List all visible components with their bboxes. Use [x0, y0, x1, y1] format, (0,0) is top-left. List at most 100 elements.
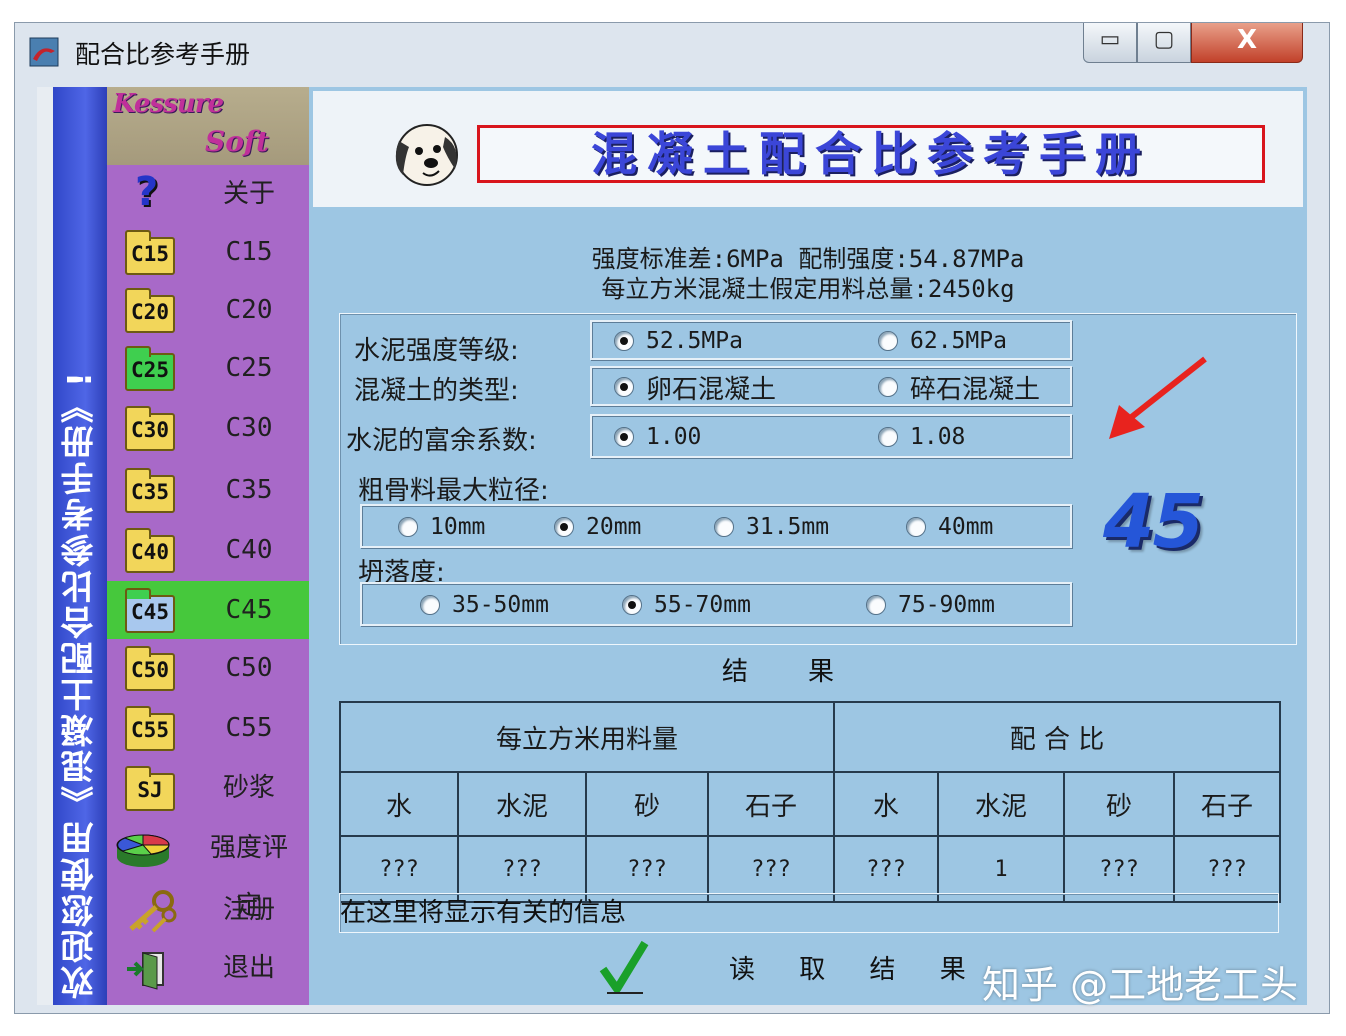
sidebar-item-c55[interactable]: C55 C55	[107, 699, 309, 757]
cement-grade-label: 水泥强度等级:	[354, 336, 519, 366]
folder-icon: C25	[123, 346, 179, 391]
sidebar-item-label: C50	[225, 653, 273, 683]
cement-grade-option-1[interactable]: 52.5MPa	[614, 324, 743, 358]
column-header: 石子	[706, 771, 836, 837]
folder-icon: C50	[123, 646, 179, 691]
sidebar-item-label: 砂浆	[222, 773, 275, 803]
maximize-icon: ▢	[1153, 27, 1175, 52]
app-window: 配合比参考手册 ▭ ▢ X 欢迎您使用《混凝土配合比参考手册》! Kessure…	[14, 22, 1330, 1014]
grade-display: 45	[1103, 479, 1204, 565]
radio-selected-icon	[614, 377, 634, 397]
sidebar-item-c20[interactable]: C20 C20	[107, 281, 309, 339]
folder-icon: SJ	[123, 766, 179, 811]
sidebar-item-label: C40	[225, 535, 273, 565]
radio-selected-icon	[614, 427, 634, 447]
cement-grade-option-2[interactable]: 62.5MPa	[878, 324, 1007, 358]
sidebar-item-register[interactable]: 注册	[107, 881, 309, 939]
radio-icon	[878, 377, 898, 397]
logo-line2: Soft	[205, 125, 269, 158]
folder-icon: C30	[123, 406, 179, 451]
slump-option-2[interactable]: 55-70mm	[622, 588, 751, 622]
sidebar-item-c30[interactable]: C30 C30	[107, 399, 309, 457]
radio-selected-icon	[614, 331, 634, 351]
folder-icon: C40	[123, 528, 179, 573]
sidebar-item-label: 注册	[222, 895, 275, 925]
app-icon	[29, 37, 59, 67]
sidebar-item-label: C35	[225, 475, 273, 505]
radio-icon	[878, 427, 898, 447]
radio-icon	[420, 595, 440, 615]
exit-icon	[127, 952, 164, 990]
sidebar-item-label: C30	[225, 413, 273, 443]
column-header: 水泥	[937, 771, 1066, 837]
close-button[interactable]: X	[1191, 23, 1303, 63]
dog-mascot-icon	[395, 124, 458, 186]
keys-icon	[129, 890, 177, 933]
column-header: 石子	[1173, 771, 1282, 837]
sidebar-item-label: 关于	[222, 179, 275, 209]
aggregate-size-option-4[interactable]: 40mm	[906, 510, 993, 544]
title-frame: 混凝土配合比参考手册	[477, 125, 1265, 183]
question-icon: ?	[135, 169, 159, 215]
sidebar-item-about[interactable]: ? 关于	[107, 165, 309, 223]
sidebar-item-label: C45	[225, 595, 273, 625]
sidebar-item-exit[interactable]: 退出	[107, 939, 309, 997]
results-table: 每立方米用料量 配 合 比 水 水泥 砂 石子 水 水泥 砂 石子 ??? ??…	[338, 701, 1282, 903]
column-header: 水泥	[457, 771, 587, 837]
checkmark-icon	[599, 940, 649, 994]
sidebar-item-label: 退出	[222, 953, 275, 983]
title-bar[interactable]: 配合比参考手册 ▭ ▢ X	[15, 23, 1329, 85]
sidebar-item-c50[interactable]: C50 C50	[107, 639, 309, 697]
minimize-icon: ▭	[1099, 27, 1121, 52]
aggregate-size-box: 10mm 20mm 31.5mm 40mm	[360, 504, 1072, 548]
slump-option-3[interactable]: 75-90mm	[866, 588, 995, 622]
column-header: 砂	[1063, 771, 1176, 837]
sidebar-item-c45[interactable]: C45 C45	[107, 581, 309, 639]
client-area: 欢迎您使用《混凝土配合比参考手册》! Kessure Soft ? 关于 C15…	[37, 87, 1307, 1005]
aggregate-size-option-3[interactable]: 31.5mm	[714, 510, 829, 544]
surplus-factor-option-1[interactable]: 1.00	[614, 420, 701, 454]
per-cubic-meter-header: 每立方米用料量	[338, 701, 836, 773]
radio-icon	[398, 517, 418, 537]
concrete-type-option-1[interactable]: 卵石混凝土	[614, 370, 776, 405]
surplus-factor-option-2[interactable]: 1.08	[878, 420, 965, 454]
sidebar-item-strength-eval[interactable]: 强度评定	[107, 819, 309, 921]
sidebar-item-c15[interactable]: C15 C15	[107, 223, 309, 281]
main-panel: 混凝土配合比参考手册 强度标准差:6MPa 配制强度:54.87MPa 每立方米…	[309, 87, 1307, 1005]
sidebar-item-c40[interactable]: C40 C40	[107, 521, 309, 579]
column-header: 水	[339, 771, 459, 837]
sidebar-item-label: 强度评定	[209, 833, 288, 921]
red-arrow-icon	[1109, 356, 1207, 439]
minimize-button[interactable]: ▭	[1083, 23, 1137, 63]
message-bar: 在这里将显示有关的信息	[339, 893, 1279, 933]
aggregate-size-option-2[interactable]: 20mm	[554, 510, 641, 544]
welcome-text: 欢迎您使用《混凝土配合比参考手册》!	[60, 368, 99, 999]
sidebar-item-mortar[interactable]: SJ 砂浆	[107, 759, 309, 817]
total-mass-info: 每立方米混凝土假定用料总量:2450kg	[601, 275, 1015, 303]
window-title: 配合比参考手册	[75, 40, 251, 69]
radio-icon	[878, 331, 898, 351]
radio-selected-icon	[622, 595, 642, 615]
surplus-factor-box: 1.00 1.08	[590, 414, 1072, 458]
watermark: 知乎 @工地老工头	[982, 963, 1299, 1007]
sidebar-item-c35[interactable]: C35 C35	[107, 461, 309, 519]
radio-icon	[714, 517, 734, 537]
surplus-factor-label: 水泥的富余系数:	[346, 426, 537, 456]
close-icon: X	[1236, 25, 1258, 55]
cement-grade-box: 52.5MPa 62.5MPa	[590, 320, 1072, 360]
column-header: 水	[833, 771, 940, 837]
aggregate-size-label: 粗骨料最大粒径:	[358, 476, 549, 506]
page-title: 混凝土配合比参考手册	[591, 127, 1151, 181]
aggregate-size-option-1[interactable]: 10mm	[398, 510, 485, 544]
folder-icon: C20	[123, 288, 179, 333]
slump-option-1[interactable]: 35-50mm	[420, 588, 549, 622]
folder-icon: C35	[123, 468, 179, 513]
logo-line1: Kessure	[113, 89, 224, 119]
results-title: 结果	[721, 657, 894, 687]
sidebar-item-c25[interactable]: C25 C25	[107, 339, 309, 397]
concrete-type-option-2[interactable]: 碎石混凝土	[878, 370, 1040, 405]
concrete-type-box: 卵石混凝土 碎石混凝土	[590, 366, 1072, 406]
radio-icon	[866, 595, 886, 615]
maximize-button[interactable]: ▢	[1137, 23, 1191, 63]
sidebar: Kessure Soft ? 关于 C15 C15 C20 C20 C25 C2…	[107, 87, 309, 1005]
